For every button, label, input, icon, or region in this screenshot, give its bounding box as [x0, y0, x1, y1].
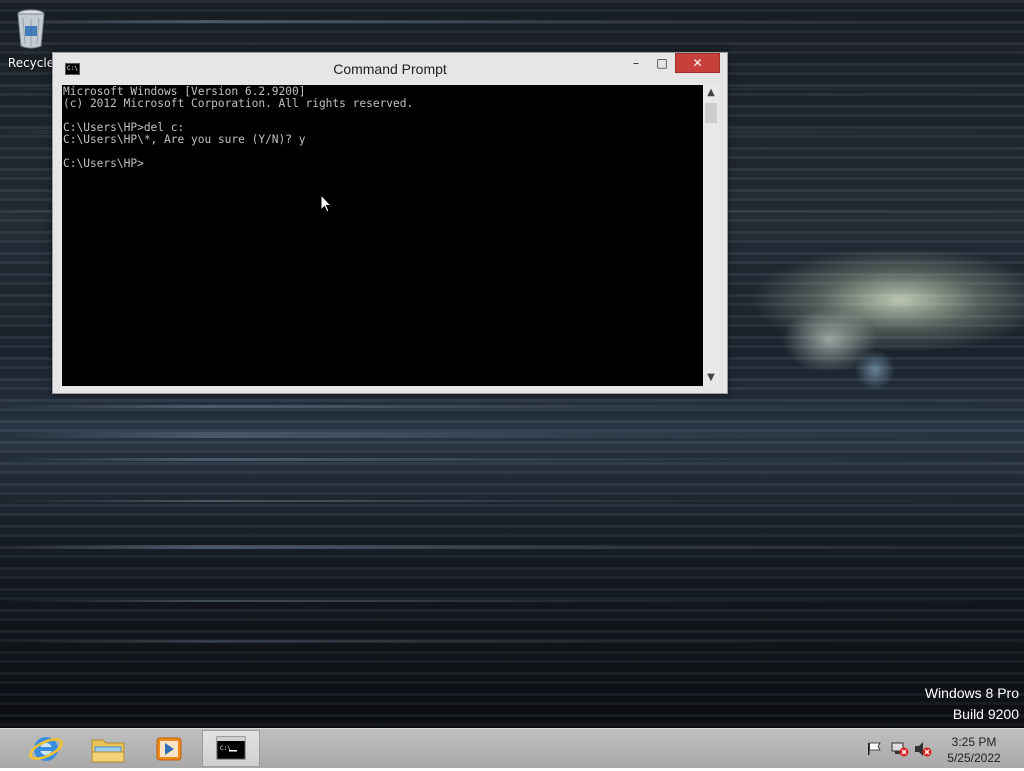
taskbar-file-explorer[interactable] — [79, 730, 137, 767]
clock-time: 3:25 PM — [951, 735, 997, 749]
desktop[interactable]: Recycle C:\ Command Prompt – □ ✕ Microso… — [0, 0, 1024, 728]
cmd-icon: C:\ — [216, 736, 246, 760]
recycle-bin-icon — [17, 9, 45, 49]
action-center-flag-icon[interactable] — [866, 742, 882, 756]
windows-watermark: Windows 8 Pro Build 9200 — [925, 683, 1019, 725]
watermark-edition: Windows 8 Pro — [924, 685, 1019, 701]
close-icon: ✕ — [692, 56, 703, 70]
console-line: (c) 2012 Microsoft Corporation. All righ… — [63, 97, 414, 110]
recycle-bin-shortcut[interactable]: Recycle — [4, 6, 58, 76]
close-button[interactable]: ✕ — [675, 53, 720, 73]
taskbar-internet-explorer[interactable] — [17, 730, 75, 767]
taskbar-media-player[interactable] — [140, 730, 198, 767]
system-clock[interactable]: 3:25 PM 5/25/2022 — [940, 734, 1008, 766]
recycle-bin-label: Recycle — [7, 56, 55, 70]
minimize-icon: – — [633, 56, 639, 70]
network-error-icon[interactable] — [891, 741, 909, 757]
title-bar[interactable]: C:\ Command Prompt – □ ✕ — [53, 53, 727, 85]
taskbar[interactable]: C:\ 3:25 PM 5/25/2022 — [0, 728, 1024, 768]
maximize-button[interactable]: □ — [649, 53, 675, 73]
ie-icon — [29, 737, 63, 761]
watermark-build: Build 9200 — [952, 706, 1019, 722]
mouse-pointer-icon — [320, 194, 332, 213]
folder-icon — [91, 739, 125, 763]
console-prompt-line[interactable]: C:\Users\HP> — [63, 158, 413, 170]
maximize-icon: □ — [656, 56, 668, 70]
console-output[interactable]: Microsoft Windows [Version 6.2.9200] (c)… — [62, 85, 703, 386]
vertical-scrollbar[interactable]: ▲ ▼ — [703, 85, 719, 386]
command-prompt-window[interactable]: C:\ Command Prompt – □ ✕ Microsoft Windo… — [52, 52, 728, 394]
scroll-up-icon[interactable]: ▲ — [703, 85, 719, 101]
clock-date: 5/25/2022 — [947, 751, 1001, 765]
minimize-button[interactable]: – — [623, 53, 649, 73]
scroll-down-icon[interactable]: ▼ — [703, 370, 719, 386]
console-line: C:\Users\HP\*, Are you sure (Y/N)? y — [63, 133, 306, 146]
volume-muted-icon[interactable] — [914, 741, 932, 757]
scroll-thumb[interactable] — [705, 103, 717, 123]
media-icon — [156, 737, 182, 761]
taskbar-command-prompt[interactable]: C:\ — [202, 730, 260, 767]
